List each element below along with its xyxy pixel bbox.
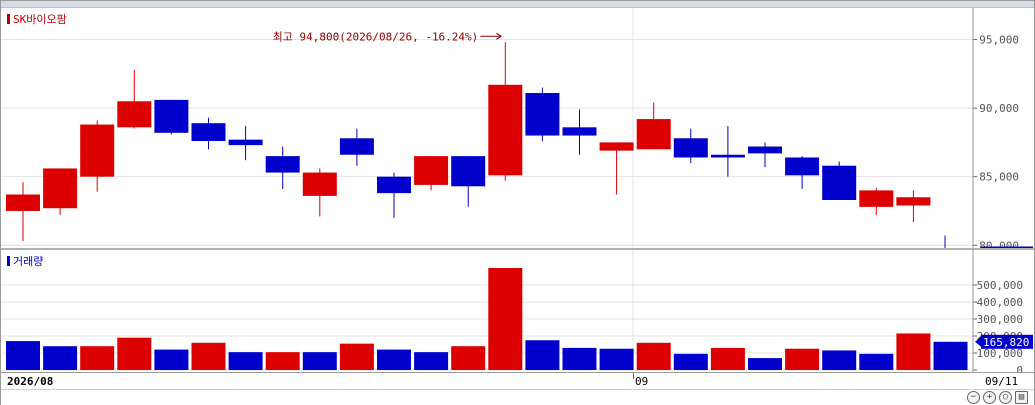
candle-body bbox=[636, 119, 671, 150]
candle-body bbox=[599, 142, 634, 151]
volume-bar bbox=[748, 358, 782, 370]
candle-body bbox=[414, 156, 449, 185]
candle-body bbox=[302, 172, 337, 196]
candle-body bbox=[859, 190, 894, 207]
volume-bar bbox=[265, 352, 300, 370]
candle-body bbox=[377, 176, 411, 194]
volume-bar bbox=[191, 342, 226, 370]
volume-bar bbox=[43, 346, 78, 370]
volume-bar bbox=[117, 337, 152, 370]
volume-pane[interactable]: 0100,000200,000300,000400,000500,000165,… bbox=[1, 250, 1034, 377]
volume-bar bbox=[154, 349, 189, 370]
price-legend-label: SK바이오팜 bbox=[13, 13, 67, 26]
window-top-bar bbox=[1, 1, 1034, 8]
volume-bar bbox=[822, 350, 857, 370]
price-legend-marker bbox=[7, 14, 10, 24]
volume-bar bbox=[451, 346, 486, 370]
chart-window: 80,000 85,000 90,000 95,000 최고 94,800(2026/0… bbox=[0, 0, 1035, 405]
candle-body bbox=[154, 99, 189, 133]
zoom-in-icon[interactable]: + bbox=[983, 391, 996, 404]
price-legend: SK바이오팜 bbox=[7, 11, 67, 27]
x-axis-bar: 2026/08 09 09/11 bbox=[1, 372, 1034, 390]
candle-body bbox=[80, 124, 115, 177]
candle-body bbox=[339, 138, 374, 155]
x-axis-start-label: 2026/08 bbox=[7, 375, 54, 388]
x-axis-month-tick bbox=[633, 373, 634, 379]
volume-bar bbox=[933, 341, 968, 370]
candle-body bbox=[562, 127, 597, 136]
candle-body bbox=[785, 157, 820, 176]
zoom-out-icon[interactable]: − bbox=[967, 391, 980, 404]
volume-bar bbox=[525, 340, 560, 370]
candle-body bbox=[191, 123, 226, 142]
price-tick-label: 85,000 bbox=[979, 171, 1019, 184]
volume-tick-label: 400,000 bbox=[977, 296, 1023, 309]
volume-legend-marker bbox=[7, 256, 10, 266]
volume-bar bbox=[562, 347, 597, 370]
candle-body bbox=[117, 101, 152, 128]
volume-bar bbox=[302, 352, 337, 370]
candle-body bbox=[822, 165, 857, 200]
price-tick-label: 95,000 bbox=[979, 34, 1019, 47]
volume-bar bbox=[710, 347, 745, 370]
volume-tick-label: 500,000 bbox=[977, 279, 1023, 292]
bottom-scroll-bar[interactable] bbox=[1, 389, 1034, 405]
volume-bar bbox=[896, 333, 931, 370]
volume-bar bbox=[228, 352, 263, 370]
price-chart-svg[interactable]: 80,00085,00090,00095,000최고 94,800(2026/0… bbox=[1, 8, 1035, 294]
volume-bar bbox=[785, 348, 820, 370]
volume-bar bbox=[636, 342, 671, 370]
volume-bar bbox=[673, 353, 708, 370]
volume-bar bbox=[6, 341, 40, 370]
candle-body bbox=[673, 138, 708, 158]
x-axis-month-label: 09 bbox=[635, 375, 649, 388]
volume-tick-label: 100,000 bbox=[977, 347, 1023, 360]
candle-body bbox=[451, 156, 486, 187]
volume-bar bbox=[488, 268, 523, 370]
volume-bar bbox=[414, 352, 449, 370]
volume-bar bbox=[339, 343, 374, 370]
volume-tick-label: 300,000 bbox=[977, 313, 1023, 326]
volume-bar bbox=[859, 353, 894, 370]
zoom-controls: − + ○ ▤ bbox=[967, 391, 1028, 404]
volume-legend-label: 거래량 bbox=[13, 255, 44, 268]
volume-bar bbox=[80, 346, 115, 370]
x-axis-end-label: 09/11 bbox=[985, 375, 1019, 388]
current-volume-label: 165,820 bbox=[983, 336, 1029, 349]
candle-body bbox=[6, 194, 40, 211]
volume-tick-label: 0 bbox=[1016, 364, 1023, 372]
price-pane[interactable]: 80,000 85,000 90,000 95,000 최고 94,800(2026/0… bbox=[1, 8, 1035, 294]
high-annotation: 최고 94,800(2026/08/26, -16.24%) bbox=[273, 30, 479, 43]
candle-body bbox=[265, 156, 300, 173]
chart-settings-icon[interactable]: ▤ bbox=[1015, 391, 1028, 404]
volume-bar bbox=[599, 348, 634, 370]
candle-body bbox=[488, 84, 523, 176]
candle-body bbox=[710, 154, 745, 158]
volume-chart-svg[interactable]: 0100,000200,000300,000400,000500,000165,… bbox=[1, 250, 1034, 377]
zoom-reset-icon[interactable]: ○ bbox=[999, 391, 1012, 404]
candle-body bbox=[525, 93, 560, 136]
volume-legend: 거래량 bbox=[7, 253, 43, 269]
candle-body bbox=[228, 139, 263, 146]
candle-body bbox=[748, 146, 782, 154]
volume-bar bbox=[377, 349, 411, 370]
candle-body bbox=[896, 197, 931, 206]
price-tick-label: 90,000 bbox=[979, 102, 1019, 115]
candle-body bbox=[43, 168, 78, 209]
